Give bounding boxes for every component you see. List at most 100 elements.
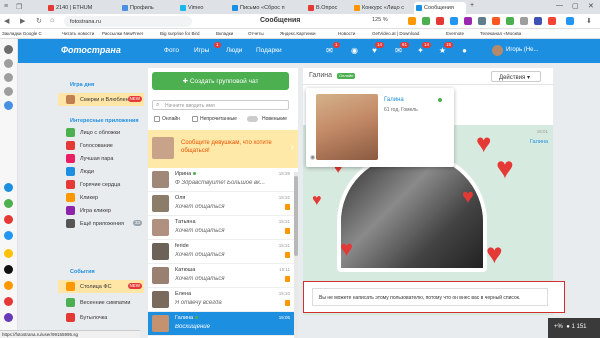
whatsapp-icon[interactable] — [4, 199, 13, 208]
nav-games[interactable]: Игры — [194, 47, 209, 54]
create-group-chat-button[interactable]: ✚ Создать групповой чат — [152, 72, 289, 90]
extension-icon[interactable] — [436, 17, 444, 25]
app-icon[interactable] — [4, 249, 13, 258]
collections-icon[interactable] — [4, 87, 13, 96]
user-avatar[interactable] — [492, 45, 503, 56]
bookmark-icon[interactable] — [4, 59, 13, 68]
app-item[interactable]: Лучшая пара — [58, 152, 144, 165]
extension-icon[interactable] — [422, 17, 430, 25]
forward-icon[interactable]: ▶ — [20, 17, 25, 25]
camera-icon[interactable]: ◉ — [350, 46, 359, 55]
bookmark-item[interactable]: Новости — [338, 31, 355, 36]
extension-icon[interactable] — [534, 17, 542, 25]
extension-icon[interactable] — [450, 17, 458, 25]
download-icon[interactable]: ⬇ — [586, 17, 592, 25]
scroll-thumb[interactable] — [294, 176, 298, 256]
more-apps-item[interactable]: Ещё приложения 33 — [58, 217, 144, 230]
chat-contact-name[interactable]: Галина — [309, 72, 332, 79]
zoom-level[interactable]: 125 % — [372, 17, 388, 23]
url-field[interactable]: fotostrana.ru — [64, 16, 192, 27]
user-name[interactable]: Игорь (Не... — [506, 47, 539, 53]
app-item[interactable]: Горячие сердца — [58, 178, 144, 191]
tab-3[interactable]: Vimeo — [178, 2, 230, 14]
app-item[interactable]: Лицо с обложки — [58, 126, 144, 139]
history-icon[interactable] — [4, 45, 13, 54]
bookmark-item[interactable]: Телеканал «Москва — [480, 31, 521, 36]
reading-list-icon[interactable] — [4, 73, 13, 82]
extension-icon[interactable] — [548, 17, 556, 25]
app-icon[interactable] — [4, 313, 13, 322]
tab-2[interactable]: Профиль — [120, 2, 178, 14]
conversation-item[interactable]: Ирина Ф Здравствуйте! Большое вк... 15:3… — [148, 168, 294, 192]
conversation-item-active[interactable]: Галина Восхищение 15:05 — [148, 312, 294, 336]
messenger-icon[interactable] — [4, 183, 13, 192]
conversation-item[interactable]: Татьяна Хочет общаться 15:31 — [148, 216, 294, 240]
extension-icon[interactable] — [464, 17, 472, 25]
reload-icon[interactable]: ↻ — [36, 17, 42, 25]
bookmark-item[interactable]: Читать новости — [62, 31, 94, 36]
coins-icon[interactable]: ● — [460, 46, 469, 55]
back-icon[interactable]: ◀ — [4, 17, 9, 25]
gift-postcard-image[interactable] — [337, 152, 487, 272]
filter-online[interactable]: Онлайн — [154, 116, 180, 122]
app-item[interactable]: Кликер — [58, 191, 144, 204]
conversation-item[interactable]: Катюша Хочет общаться 15:11 — [148, 264, 294, 288]
new-tab-icon[interactable]: + — [470, 2, 474, 9]
promo-banner[interactable]: Сообщите девушкам, что хотите общаться! … — [148, 130, 298, 168]
tab-4[interactable]: Письмо «Сброс п — [230, 2, 306, 14]
profile-name[interactable]: Галина — [384, 97, 404, 103]
extension-icon[interactable] — [408, 17, 416, 25]
tabs-icon[interactable]: ❐ — [16, 3, 22, 11]
tab-5[interactable]: В.Опрос — [306, 2, 352, 14]
app-icon[interactable] — [4, 297, 13, 306]
app-icon[interactable] — [4, 281, 13, 290]
event-item[interactable]: Бутылочка — [58, 311, 144, 324]
event-item[interactable]: Весенние симпатии — [58, 296, 144, 309]
conversation-item[interactable]: feride Хочет общаться 15:31 — [148, 240, 294, 264]
app-item[interactable]: Люди — [58, 165, 144, 178]
home-icon[interactable]: ⌂ — [50, 17, 54, 24]
bookmark-item[interactable]: Big surprise for Bird — [160, 31, 200, 36]
menu-icon[interactable]: ≡ — [4, 3, 8, 10]
chat-icon[interactable]: ✉ — [325, 46, 334, 55]
conversation-item[interactable]: Елена Я отвечу всегда 15:10 — [148, 288, 294, 312]
app-icon[interactable] — [4, 101, 13, 110]
profile-photo[interactable] — [316, 94, 378, 160]
game-of-day-item[interactable]: Смерки и Влюблени NEW — [58, 93, 144, 106]
extension-icon[interactable] — [520, 17, 528, 25]
tab-6[interactable]: Конкурс «Лицо с — [352, 2, 414, 14]
telegram-icon[interactable] — [4, 231, 13, 240]
minimize-icon[interactable]: — — [556, 2, 563, 9]
bookmark-item[interactable]: Яндекс.Картинки — [280, 31, 315, 36]
filter-unread[interactable]: Непрочитанные — [192, 116, 237, 122]
tab-1[interactable]: 2140 | ETHUM — [46, 2, 120, 14]
search-input[interactable]: ⌕ Начните вводить имя — [152, 100, 289, 110]
event-item[interactable]: Столица ФС NEW — [58, 280, 144, 293]
bookmark-item[interactable]: Рассылки NewFreer — [102, 31, 143, 36]
message-sender[interactable]: Галина — [530, 139, 548, 145]
extension-icon[interactable] — [492, 17, 500, 25]
site-logo[interactable]: Фотострана — [61, 45, 121, 55]
actions-dropdown[interactable]: Действия ▾ — [491, 71, 541, 82]
bookmark-item[interactable]: Вкладки — [216, 31, 233, 36]
extension-icon[interactable] — [506, 17, 514, 25]
bookmark-item[interactable]: Отчеты — [248, 31, 264, 36]
close-icon[interactable]: ✕ — [588, 2, 594, 10]
bookmark-item[interactable]: Закладки Google C — [2, 31, 42, 36]
nav-photo[interactable]: Фото — [164, 47, 179, 54]
maximize-icon[interactable]: ▢ — [572, 2, 579, 10]
nav-people[interactable]: Люди — [226, 47, 242, 54]
conversation-scrollbar[interactable] — [294, 172, 298, 338]
camera-icon[interactable]: ◉ — [310, 154, 315, 161]
bookmark-item[interactable]: Evernote — [446, 31, 464, 36]
app-item[interactable]: Игра кликер — [58, 204, 144, 217]
extension-icon[interactable] — [566, 17, 574, 25]
tab-7-active[interactable]: Сообщения — [414, 2, 466, 14]
app-item[interactable]: Голосование — [58, 139, 144, 152]
coin-counter[interactable]: +% ● 1 151 — [548, 318, 600, 338]
nav-gifts[interactable]: Подарки — [256, 47, 282, 54]
extension-icon[interactable] — [478, 17, 486, 25]
conversation-item[interactable]: Оля Хочет общаться 15:32 — [148, 192, 294, 216]
app-icon[interactable] — [4, 215, 13, 224]
bookmark-item[interactable]: GetVideo.at | Download — [372, 31, 419, 36]
